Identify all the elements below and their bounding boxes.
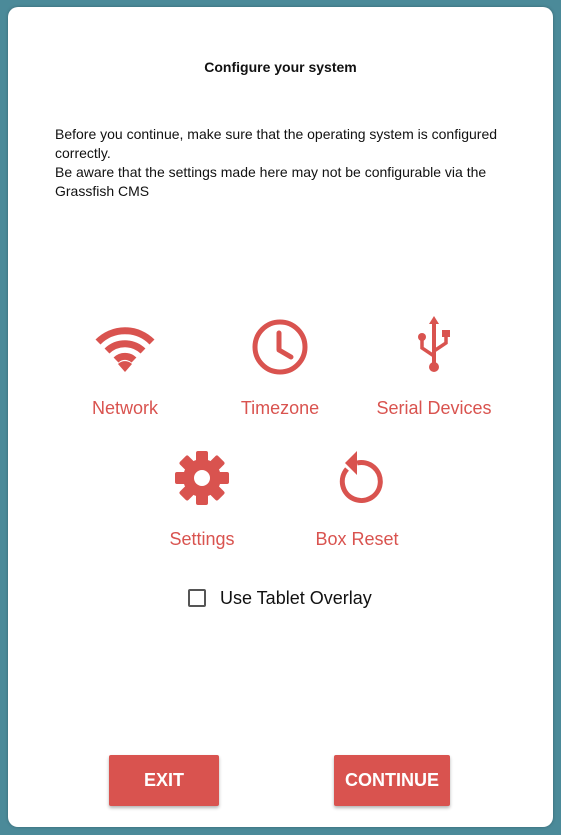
box-reset-tile[interactable]: Box Reset xyxy=(282,445,432,555)
description-line-2: Be aware that the settings made here may… xyxy=(55,164,487,199)
dialog-description: Before you continue, make sure that the … xyxy=(55,125,525,201)
timezone-tile[interactable]: Timezone xyxy=(205,314,355,424)
dialog-title: Configure your system xyxy=(204,59,357,75)
network-tile[interactable]: Network xyxy=(50,314,200,424)
gear-icon xyxy=(170,445,234,509)
configure-dialog: Configure your system Before you continu… xyxy=(8,7,553,827)
continue-button[interactable]: CONTINUE xyxy=(334,755,450,806)
exit-button[interactable]: EXIT xyxy=(109,755,219,806)
timezone-label: Timezone xyxy=(240,398,320,418)
box-reset-label: Box Reset xyxy=(315,529,399,549)
tablet-overlay-checkbox[interactable] xyxy=(188,589,206,607)
reset-icon xyxy=(325,445,389,509)
network-label: Network xyxy=(91,398,158,418)
usb-icon xyxy=(402,314,466,378)
clock-icon xyxy=(248,314,312,378)
tablet-overlay-option[interactable]: Use Tablet Overlay xyxy=(188,585,372,611)
description-line-1: Before you continue, make sure that the … xyxy=(55,126,498,161)
serial-devices-tile[interactable]: Serial Devices xyxy=(359,314,509,424)
settings-label: Settings xyxy=(169,529,235,549)
tablet-overlay-label: Use Tablet Overlay xyxy=(220,587,372,608)
serial-devices-label: Serial Devices xyxy=(376,398,492,418)
wifi-icon xyxy=(93,314,157,378)
settings-tile[interactable]: Settings xyxy=(127,445,277,555)
